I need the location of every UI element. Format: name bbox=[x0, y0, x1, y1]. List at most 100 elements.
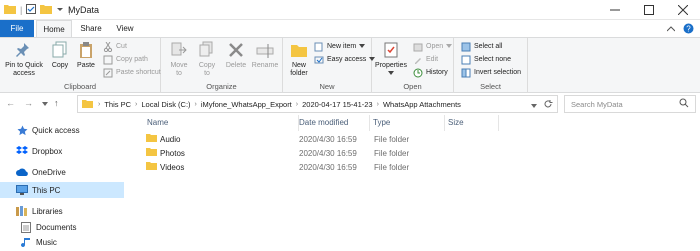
search-box[interactable]: Search MyData bbox=[564, 95, 696, 113]
column-header-date-modified[interactable]: Date modified bbox=[296, 115, 370, 131]
copy-path-icon bbox=[102, 55, 113, 65]
easy-access-button[interactable]: Easy access bbox=[313, 54, 376, 66]
open-button[interactable]: Open bbox=[412, 41, 453, 53]
copy-icon bbox=[49, 40, 71, 60]
refresh-icon[interactable] bbox=[543, 99, 553, 111]
copy-path-button[interactable]: Copy path bbox=[102, 54, 148, 66]
move-to-button[interactable]: Move to bbox=[167, 40, 191, 78]
dropbox-icon bbox=[16, 145, 28, 157]
properties-check-icon[interactable] bbox=[26, 4, 37, 16]
svg-text:?: ? bbox=[686, 25, 691, 34]
invert-selection-button[interactable]: Invert selection bbox=[460, 67, 521, 79]
file-date-modified: 2020/4/30 16:59 bbox=[299, 149, 357, 158]
file-type: File folder bbox=[374, 149, 410, 158]
nav-item-music[interactable]: Music bbox=[0, 234, 124, 250]
music-icon bbox=[20, 236, 32, 248]
copy-to-button[interactable]: Copy to bbox=[195, 40, 219, 78]
paste-label: Paste bbox=[77, 62, 95, 69]
nav-item-onedrive[interactable]: OneDrive bbox=[0, 164, 124, 180]
cut-button[interactable]: Cut bbox=[102, 41, 127, 53]
select-none-button[interactable]: Select none bbox=[460, 54, 511, 66]
nav-item-documents[interactable]: Documents bbox=[0, 219, 124, 235]
rename-icon bbox=[254, 40, 276, 60]
history-button[interactable]: History bbox=[412, 67, 448, 79]
folder-icon bbox=[146, 147, 157, 160]
delete-icon bbox=[225, 40, 247, 60]
collapse-ribbon-icon[interactable] bbox=[666, 25, 676, 34]
rename-button[interactable]: Rename bbox=[251, 40, 279, 70]
new-item-icon bbox=[313, 42, 324, 52]
maximize-button[interactable] bbox=[632, 0, 666, 20]
new-folder-button[interactable]: New folder bbox=[287, 40, 311, 78]
open-icon bbox=[412, 42, 423, 52]
select-group: Select all Select none Invert selection … bbox=[454, 38, 528, 93]
tab-view[interactable]: View bbox=[110, 20, 140, 37]
table-row[interactable]: Videos 2020/4/30 16:59 File folder bbox=[142, 161, 622, 174]
select-all-button[interactable]: Select all bbox=[460, 41, 502, 53]
recent-locations-icon[interactable] bbox=[42, 98, 48, 108]
back-arrow-icon[interactable]: ← bbox=[6, 98, 15, 108]
forward-arrow-icon[interactable]: → bbox=[24, 98, 33, 108]
folder-icon bbox=[4, 4, 16, 16]
breadcrumb-this-pc[interactable]: This PC bbox=[102, 100, 133, 109]
select-group-label: Select bbox=[480, 82, 501, 91]
column-header-name[interactable]: Name bbox=[144, 115, 299, 131]
table-row[interactable]: Photos 2020/4/30 16:59 File folder bbox=[142, 147, 622, 160]
column-header-type[interactable]: Type bbox=[370, 115, 445, 131]
address-dropdown-icon[interactable] bbox=[531, 101, 537, 110]
ribbon: Pin to Quick access Copy Paste Cut Copy … bbox=[0, 37, 700, 93]
new-folder-icon bbox=[288, 40, 310, 60]
pin-to-quick-access-button[interactable]: Pin to Quick access bbox=[2, 40, 46, 78]
pin-icon bbox=[13, 40, 35, 60]
close-button[interactable] bbox=[666, 0, 700, 20]
new-folder-icon[interactable] bbox=[40, 4, 53, 16]
organize-group-label: Organize bbox=[206, 82, 237, 91]
file-list: Name Date modified Type Size Audio 2020/… bbox=[124, 113, 700, 251]
clipboard-group: Pin to Quick access Copy Paste Cut Copy … bbox=[0, 38, 161, 93]
help-icon[interactable]: ? bbox=[683, 23, 694, 36]
breadcrumb-export-folder[interactable]: iMyfone_WhatsApp_Export bbox=[199, 100, 294, 109]
window-title: MyData bbox=[68, 5, 100, 15]
documents-icon bbox=[20, 221, 32, 233]
nav-item-dropbox[interactable]: Dropbox bbox=[0, 143, 124, 159]
new-item-button[interactable]: New item bbox=[313, 41, 366, 53]
paste-shortcut-button[interactable]: Paste shortcut bbox=[102, 67, 161, 79]
nav-item-quick-access[interactable]: Quick access bbox=[0, 122, 124, 138]
select-all-icon bbox=[460, 42, 471, 52]
file-name: Photos bbox=[146, 147, 185, 160]
window-controls bbox=[598, 0, 700, 20]
easy-access-icon bbox=[313, 55, 324, 65]
edit-button[interactable]: Edit bbox=[412, 54, 438, 66]
search-input[interactable]: Search MyData bbox=[571, 100, 623, 109]
tab-home[interactable]: Home bbox=[36, 20, 72, 38]
up-arrow-icon[interactable]: ↑ bbox=[54, 98, 59, 108]
dropdown-arrow-icon bbox=[446, 41, 453, 53]
library-icon bbox=[16, 205, 28, 217]
paste-button[interactable]: Paste bbox=[74, 40, 98, 70]
breadcrumb-local-disk[interactable]: Local Disk (C:) bbox=[139, 100, 192, 109]
tab-share[interactable]: Share bbox=[76, 20, 106, 37]
file-date-modified: 2020/4/30 16:59 bbox=[299, 163, 357, 172]
address-bar-controls bbox=[531, 99, 553, 111]
customize-toolbar-icon[interactable] bbox=[56, 4, 64, 16]
copy-to-icon bbox=[196, 40, 218, 60]
address-bar[interactable]: › This PC › Local Disk (C:) › iMyfone_Wh… bbox=[77, 95, 558, 113]
minimize-button[interactable] bbox=[598, 0, 632, 20]
dropdown-arrow-icon bbox=[359, 41, 366, 53]
breadcrumb-attachments[interactable]: WhatsApp Attachments bbox=[381, 100, 463, 109]
nav-item-libraries[interactable]: Libraries bbox=[0, 203, 124, 219]
tab-file[interactable]: File bbox=[0, 20, 34, 37]
copy-button[interactable]: Copy bbox=[48, 40, 72, 70]
dropdown-arrow-icon bbox=[388, 70, 394, 77]
delete-button[interactable]: Delete bbox=[223, 40, 249, 70]
move-to-icon bbox=[168, 40, 190, 60]
file-name: Videos bbox=[146, 161, 184, 174]
nav-item-this-pc[interactable]: This PC bbox=[0, 182, 124, 198]
table-row[interactable]: Audio 2020/4/30 16:59 File folder bbox=[142, 133, 622, 146]
folder-icon bbox=[82, 99, 93, 110]
properties-button[interactable]: Properties bbox=[374, 40, 408, 78]
file-name: Audio bbox=[146, 133, 180, 146]
breadcrumb-date-folder[interactable]: 2020-04-17 15-41-23 bbox=[300, 100, 374, 109]
new-group-label: New bbox=[319, 82, 335, 91]
column-header-size[interactable]: Size bbox=[445, 115, 499, 131]
